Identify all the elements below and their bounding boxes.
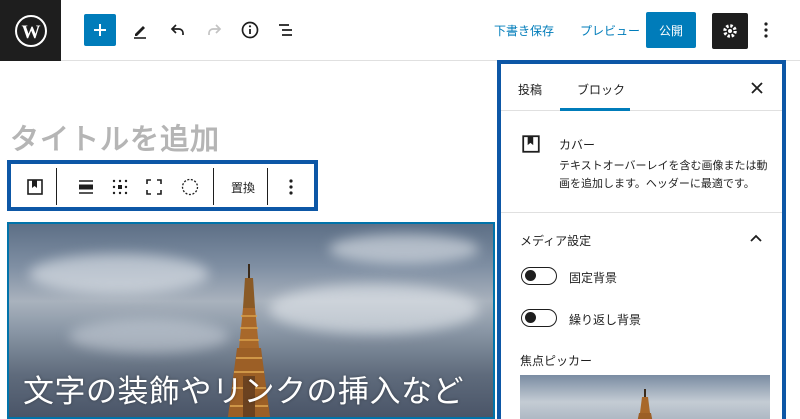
repeated-background-toggle[interactable] — [521, 309, 557, 327]
cover-block-icon — [521, 134, 541, 158]
tab-post[interactable]: 投稿 — [518, 81, 542, 98]
add-block-button[interactable] — [84, 14, 116, 46]
save-draft-button[interactable]: 下書き保存 — [494, 22, 554, 39]
block-options-icon[interactable] — [281, 176, 301, 198]
preview-button[interactable]: プレビュー — [580, 22, 640, 39]
toolbar-divider — [267, 168, 268, 205]
pencil-tools-icon[interactable] — [124, 14, 156, 46]
duotone-icon[interactable] — [179, 176, 201, 198]
replace-media-button[interactable]: 置換 — [223, 176, 263, 198]
block-card-description: テキストオーバーレイを含む画像または動画を追加します。ヘッダーに最適です。 — [559, 159, 768, 190]
svg-text:W: W — [21, 22, 40, 43]
focal-point-picker-label: 焦点ピッカー — [520, 354, 593, 368]
undo-icon[interactable] — [162, 14, 194, 46]
list-view-icon[interactable] — [270, 14, 302, 46]
media-settings-heading[interactable]: メディア設定 — [520, 232, 591, 249]
content-position-icon[interactable] — [109, 176, 131, 198]
more-options-icon[interactable] — [752, 14, 780, 46]
toolbar-divider — [213, 168, 214, 205]
info-icon[interactable] — [234, 14, 266, 46]
wordpress-logo-icon[interactable]: W — [0, 0, 61, 61]
sidebar-tabs: 投稿 ブロック — [501, 64, 782, 111]
full-height-icon[interactable] — [143, 176, 165, 198]
chevron-up-icon[interactable] — [749, 230, 763, 249]
repeated-background-label: 繰り返し背景 — [569, 313, 642, 327]
post-title-input[interactable]: タイトルを追加 — [10, 116, 220, 158]
cover-heading-text[interactable]: 文字の装飾やリンクの挿入など — [23, 366, 464, 411]
settings-sidebar: 投稿 ブロック カバー テキストオーバーレイを含む画像または動画を追加します。ヘ… — [497, 60, 786, 419]
cover-block-icon[interactable] — [24, 176, 46, 198]
fixed-background-label: 固定背景 — [569, 271, 618, 285]
focal-point-picker-image[interactable] — [520, 375, 770, 419]
close-icon[interactable] — [747, 78, 767, 98]
block-card: カバー テキストオーバーレイを含む画像または動画を追加します。ヘッダーに最適です… — [501, 112, 782, 213]
fixed-background-toggle[interactable] — [521, 267, 557, 285]
editor-header: W 下書き保存 プレビュー 公開 — [0, 0, 800, 61]
publish-button[interactable]: 公開 — [646, 12, 696, 48]
redo-icon[interactable] — [198, 14, 230, 46]
tab-block[interactable]: ブロック — [577, 81, 625, 98]
active-tab-indicator — [560, 108, 630, 111]
block-card-title: カバー — [559, 138, 596, 152]
block-toolbar: 置換 — [7, 160, 318, 211]
toolbar-divider — [56, 168, 57, 205]
settings-gear-icon[interactable] — [712, 13, 748, 49]
align-icon[interactable] — [75, 176, 97, 198]
cover-block[interactable]: 文字の装飾やリンクの挿入など — [7, 222, 495, 419]
